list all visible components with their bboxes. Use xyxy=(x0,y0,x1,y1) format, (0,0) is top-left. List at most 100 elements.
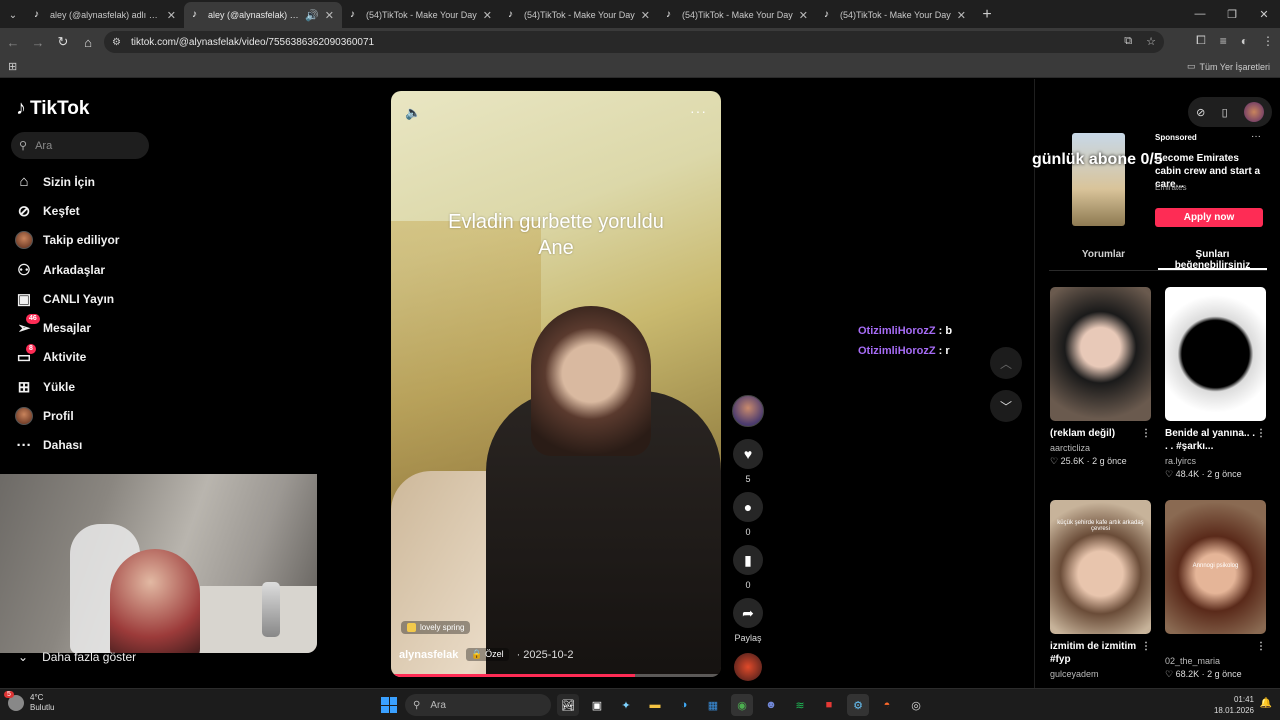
address-bar[interactable]: ⚙ tiktok.com/@alynasfelak/video/75563863… xyxy=(104,31,1164,53)
browser-tab[interactable]: ♪ (54)TikTok - Make Your Day ✕ xyxy=(658,2,816,28)
apply-now-button[interactable]: Apply now xyxy=(1155,208,1263,227)
file-explorer-icon[interactable]: ▬ xyxy=(644,694,666,716)
apps-grid-icon[interactable]: ⊞ xyxy=(8,60,17,73)
device-icon[interactable]: ▯ xyxy=(1222,106,1228,119)
close-tab-icon[interactable]: ✕ xyxy=(325,9,334,22)
tab-you-may-like[interactable]: Şunları beğenebilirsiniz xyxy=(1158,249,1267,271)
close-tab-icon[interactable]: ✕ xyxy=(957,9,966,22)
chevron-up-icon[interactable]: ︿ xyxy=(990,347,1022,379)
windows-start-icon[interactable] xyxy=(381,697,397,713)
system-clock[interactable]: 01:41 18.01.2026 xyxy=(1214,694,1254,716)
chrome-icon[interactable]: ◉ xyxy=(731,694,753,716)
close-tab-icon[interactable]: ✕ xyxy=(799,9,808,22)
minimize-icon[interactable]: — xyxy=(1184,0,1216,28)
video-thumbnail[interactable] xyxy=(1165,287,1266,421)
creator-avatar[interactable] xyxy=(732,395,764,427)
share-arrow-icon[interactable]: ➦ xyxy=(733,598,763,628)
sidebar-item-live[interactable]: ▣ CANLI Yayın xyxy=(14,284,119,313)
sidebar-item-following[interactable]: Takip ediliyor xyxy=(14,226,119,255)
kebab-icon[interactable]: ⋮ xyxy=(1141,640,1151,653)
obs-icon[interactable]: ◎ xyxy=(905,694,927,716)
tiktok-logo[interactable]: ♪ TikTok xyxy=(16,97,89,120)
show-more-link[interactable]: ⌄ Daha fazla göster xyxy=(18,650,136,664)
sidebar-item-activity[interactable]: ▭ 8 Aktivite xyxy=(14,343,119,372)
weather-widget[interactable]: 5 4°C Bulutlu xyxy=(4,691,54,713)
sidebar-item-for-you[interactable]: ⌂ Sizin İçin xyxy=(14,167,119,196)
widgets-icon[interactable]: 🏞 xyxy=(557,694,579,716)
sidebar-item-messages[interactable]: ➢ 46 Mesajlar xyxy=(14,313,119,342)
video-card[interactable]: (reklam değil) ⋮ aarcticliza ♡ 25.6K · 2 … xyxy=(1050,287,1151,467)
music-disc-icon[interactable] xyxy=(734,653,762,681)
sidebar-item-profile[interactable]: Profil xyxy=(14,401,119,430)
more-options-icon[interactable]: ··· xyxy=(690,103,707,119)
forward-arrow-icon[interactable]: → xyxy=(26,30,50,54)
store-icon[interactable]: ▦ xyxy=(702,694,724,716)
video-card[interactable]: Benide al yanına.. . . . #şarkı... ⋮ ra.l… xyxy=(1165,287,1266,480)
browser-tab[interactable]: ♪ (54)TikTok - Make Your Day ✕ xyxy=(816,2,974,28)
taskbar-search-input[interactable]: ⚲ Ara xyxy=(405,694,551,716)
browser-tab[interactable]: ♪ (54)TikTok - Make Your Day ✕ xyxy=(500,2,658,28)
bookmark-star-icon[interactable]: ☆ xyxy=(1146,35,1156,48)
extensions-puzzle-icon[interactable]: ⧠ xyxy=(1196,33,1206,48)
site-info-icon[interactable]: ⚙ xyxy=(112,37,121,48)
notification-bell-icon[interactable]: 🔔 xyxy=(1260,698,1272,709)
sidebar-item-friends[interactable]: ⚇ Arkadaşlar xyxy=(14,255,119,284)
reload-icon[interactable]: ↻ xyxy=(51,30,75,54)
video-progress-bar[interactable] xyxy=(391,674,721,677)
more-options-icon[interactable]: ··· xyxy=(1251,131,1261,142)
tab-search-dropdown-icon[interactable]: ⌄ xyxy=(0,2,26,28)
sidebar-item-explore[interactable]: ⊘ Keşfet xyxy=(14,196,119,225)
speaker-icon[interactable]: 🔈 xyxy=(405,105,421,121)
sidebar-item-upload[interactable]: ⊞ Yükle xyxy=(14,372,119,401)
new-tab-button[interactable]: + xyxy=(974,2,1000,28)
spotify-icon[interactable]: ≋ xyxy=(789,694,811,716)
search-input[interactable]: ⚲ Ara xyxy=(11,132,149,159)
video-username[interactable]: alynasfelak xyxy=(399,649,458,661)
maximize-icon[interactable]: ❐ xyxy=(1216,0,1248,28)
tab-comments[interactable]: Yorumlar xyxy=(1049,249,1158,270)
kebab-icon[interactable]: ⋮ xyxy=(1141,427,1151,440)
profile-icon[interactable]: ◐ xyxy=(1241,34,1248,48)
close-tab-icon[interactable]: ✕ xyxy=(167,9,176,22)
copilot-icon[interactable]: ✦ xyxy=(615,694,637,716)
discord-icon[interactable]: ☻ xyxy=(760,694,782,716)
menu-kebab-icon[interactable]: ⋮ xyxy=(1262,34,1274,48)
video-card[interactable]: küçük şehirde kafe artık arkadaş çevresi… xyxy=(1050,500,1151,679)
video-card[interactable]: Annnogi psikolog ⋮ 02_the_maria ♡ 68.2K … xyxy=(1165,500,1266,680)
kebab-icon[interactable]: ⋮ xyxy=(1256,640,1266,653)
steam-icon[interactable]: ⚙ xyxy=(847,694,869,716)
speaker-icon[interactable]: 🔊 xyxy=(305,9,319,22)
like-heart-icon[interactable]: ♥ xyxy=(733,439,763,469)
video-thumbnail[interactable] xyxy=(1050,287,1151,421)
comment-icon[interactable]: ● xyxy=(733,492,763,522)
avatar[interactable] xyxy=(1243,102,1264,122)
close-tab-icon[interactable]: ✕ xyxy=(641,9,650,22)
video-thumbnail[interactable]: küçük şehirde kafe artık arkadaş çevresi xyxy=(1050,500,1151,634)
sidebar-item-more[interactable]: ··· Dahası xyxy=(14,431,119,460)
close-window-icon[interactable]: ✕ xyxy=(1248,0,1280,28)
music-tag[interactable]: lovely spring xyxy=(401,621,471,634)
game-launcher-icon[interactable]: ◓ xyxy=(876,694,898,716)
video-player[interactable]: Evladin gurbette yoruldu Ane 🔈 ··· lovel… xyxy=(391,91,721,677)
chevron-down-icon[interactable]: ﹀ xyxy=(990,390,1022,422)
home-icon[interactable]: ⌂ xyxy=(76,30,100,54)
url-text[interactable]: tiktok.com/@alynasfelak/video/7556386362… xyxy=(131,37,374,48)
media-control-icon[interactable]: ≡ xyxy=(1220,34,1227,48)
browser-tab-active[interactable]: ♪aley (@alynasfelak) adlı kull🔊✕ xyxy=(184,2,342,28)
kebab-icon[interactable]: ⋮ xyxy=(1256,427,1266,440)
install-app-icon[interactable]: ⧉ xyxy=(1124,35,1132,48)
browser-toolbar: ← → ↻ ⌂ ⚙ tiktok.com/@alynasfelak/video/… xyxy=(0,28,1280,56)
close-tab-icon[interactable]: ✕ xyxy=(483,9,492,22)
compass-icon[interactable]: ⊘ xyxy=(1196,106,1205,119)
browser-tab[interactable]: ♪ (54)TikTok - Make Your Day ✕ xyxy=(342,2,500,28)
all-bookmarks-button[interactable]: ▭ Tüm Yer İşaretleri xyxy=(1187,61,1270,72)
video-thumbnail[interactable]: Annnogi psikolog xyxy=(1165,500,1266,634)
edge-icon[interactable]: ◑ xyxy=(673,694,695,716)
ad-thumbnail[interactable] xyxy=(1072,133,1125,226)
task-view-icon[interactable]: ▣ xyxy=(586,694,608,716)
sponsored-ad[interactable]: Sponsored ··· Become Emirates cabin crew… xyxy=(1051,129,1263,229)
back-arrow-icon[interactable]: ← xyxy=(1,30,25,54)
bookmark-icon[interactable]: ▮ xyxy=(733,545,763,575)
browser-tab[interactable]: ♪aley (@alynasfelak) adlı kullanı✕ xyxy=(26,2,184,28)
app-icon[interactable]: ■ xyxy=(818,694,840,716)
